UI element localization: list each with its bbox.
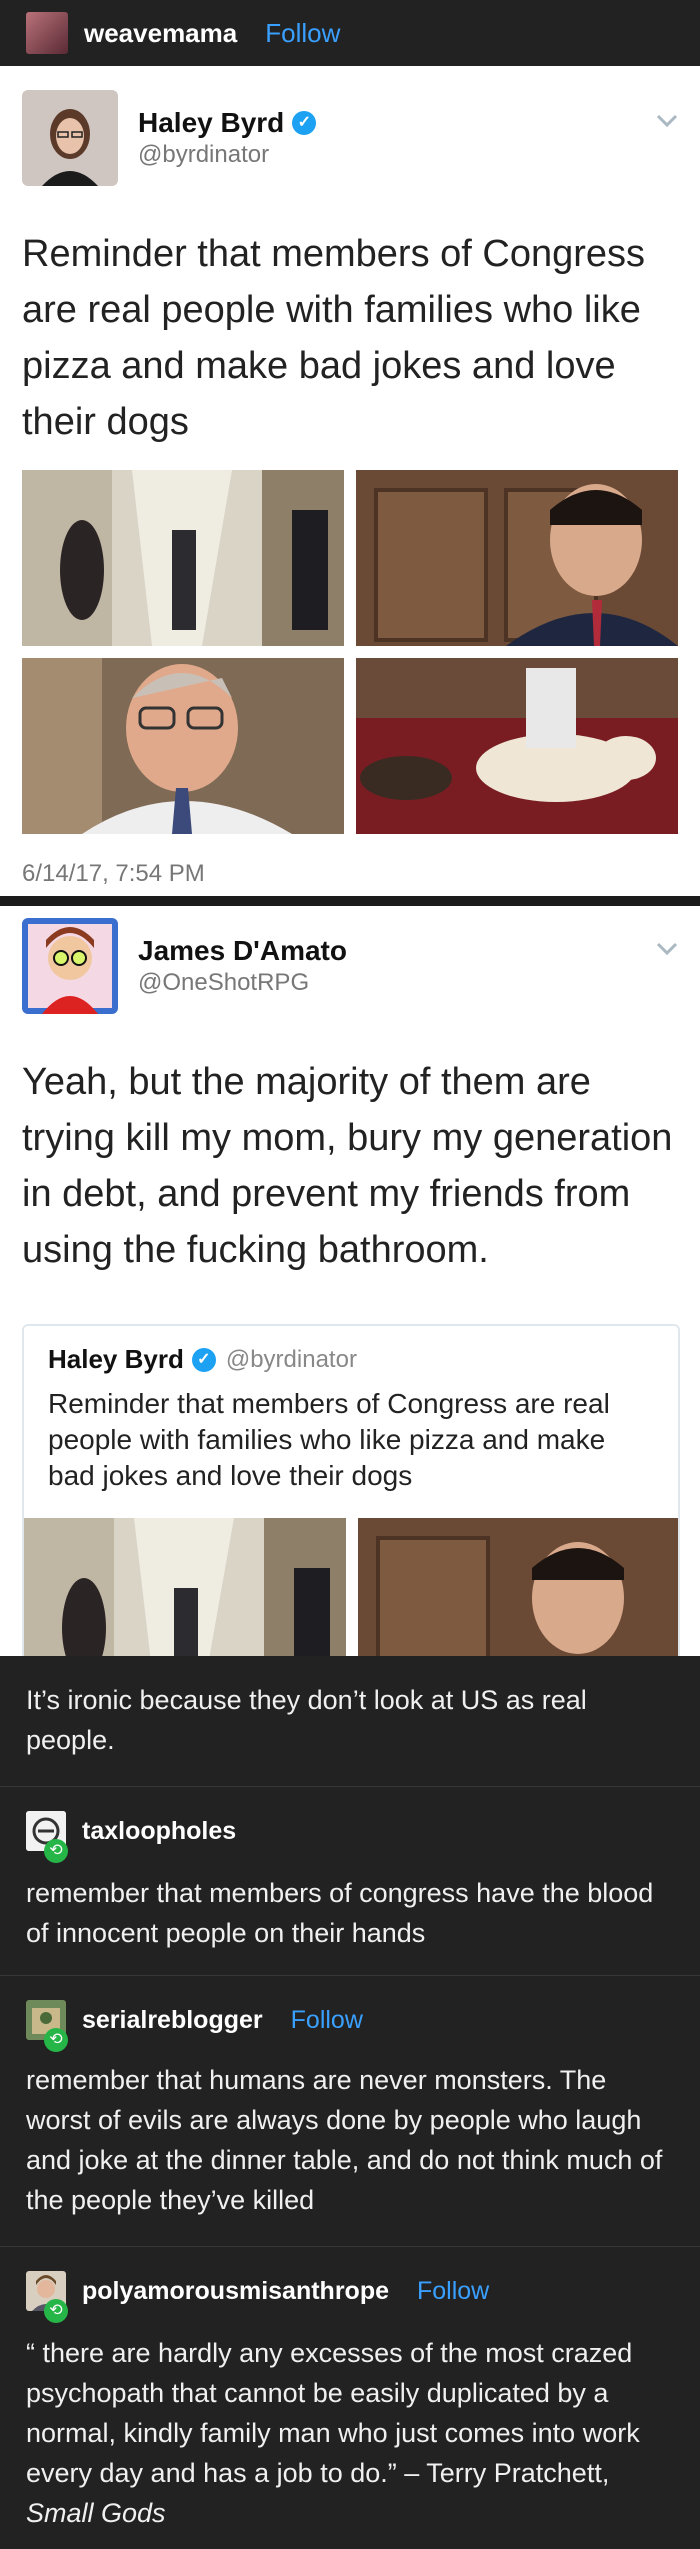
quoted-tweet-author: Haley Byrd ✓ @byrdinator	[48, 1344, 357, 1375]
tweet-author-avatar	[22, 90, 118, 186]
reblog-comment: serialreblogger Follow ⟲ remember that h…	[0, 1976, 700, 2246]
comment-user: serialreblogger Follow	[26, 2000, 363, 2040]
post-header: weavemama Follow	[0, 0, 700, 66]
chevron-down-icon[interactable]	[656, 942, 678, 956]
verified-badge-icon: ✓	[191, 1347, 216, 1372]
tweet-photo-laughing-man	[22, 658, 344, 834]
reblog-icon: ⟲	[44, 1839, 68, 1863]
follow-button[interactable]: Follow	[417, 2277, 489, 2306]
follow-button[interactable]: Follow	[291, 2006, 363, 2035]
tweet-photo-hallway	[22, 470, 344, 646]
quoted-photo-hallway	[24, 1518, 346, 1656]
reblog-comment: polyamorousmisanthrope Follow ⟲ “ there …	[0, 2247, 700, 2549]
tweet-author: James D'Amato @OneShotRPG	[22, 918, 347, 1014]
comment-text: “ there are hardly any excesses of the m…	[26, 2333, 676, 2533]
tweet-author-handle: @OneShotRPG	[138, 969, 310, 996]
follow-button[interactable]: Follow	[265, 18, 340, 49]
comment-text: remember that members of congress have t…	[26, 1878, 654, 1948]
tweet-author-handle: @byrdinator	[138, 141, 270, 168]
tweet-text: Yeah, but the majority of them are tryin…	[22, 1061, 673, 1271]
divider	[0, 896, 700, 906]
quote-text: “ there are hardly any excesses of the m…	[26, 2338, 640, 2488]
reblog-comment: It’s ironic because they don’t look at U…	[0, 1656, 700, 1786]
tweet-photo-dog	[356, 658, 678, 834]
tweet-author-name: James D'Amato	[138, 935, 347, 966]
comment-user: polyamorousmisanthrope Follow	[26, 2271, 489, 2311]
tweet-author: Haley Byrd ✓ @byrdinator	[22, 90, 317, 186]
reblog-icon: ⟲	[44, 2028, 68, 2052]
quoted-tweet-handle: @byrdinator	[225, 1345, 357, 1373]
quoted-tweet-name: Haley Byrd	[48, 1344, 184, 1374]
comment-text: It’s ironic because they don’t look at U…	[26, 1685, 587, 1755]
book-title: Small Gods	[26, 2498, 166, 2528]
user-avatar[interactable]	[26, 12, 68, 54]
quoted-tweet[interactable]: Haley Byrd ✓ @byrdinator Reminder that m…	[22, 1324, 680, 1656]
tweet-screenshot-2: James D'Amato @OneShotRPG Yeah, but the …	[0, 906, 700, 1656]
comment-text: remember that humans are never monsters.…	[26, 2065, 663, 2215]
reblog-icon: ⟲	[44, 2299, 68, 2323]
username[interactable]: serialreblogger	[82, 2006, 263, 2035]
verified-badge-icon: ✓	[292, 111, 317, 135]
tweet-photo-congressman	[356, 470, 678, 646]
username[interactable]: weavemama	[84, 18, 237, 49]
quoted-tweet-text: Reminder that members of Congress are re…	[48, 1388, 610, 1491]
username[interactable]: taxloopholes	[82, 1817, 236, 1846]
username[interactable]: polyamorousmisanthrope	[82, 2277, 389, 2306]
quoted-photo-congressman	[358, 1518, 678, 1656]
chevron-down-icon[interactable]	[656, 114, 678, 128]
tweet-screenshot-1: Haley Byrd ✓ @byrdinator Reminder that me…	[0, 66, 700, 896]
tweet-date: 6/14/17, 7:54 PM	[22, 860, 205, 887]
tweet-author-avatar	[22, 918, 118, 1014]
tweet-text: Reminder that members of Congress are re…	[22, 233, 646, 443]
reblog-comment: taxloopholes ⟲ remember that members of …	[0, 1787, 700, 1975]
tweet-author-name: Haley Byrd	[138, 107, 285, 138]
